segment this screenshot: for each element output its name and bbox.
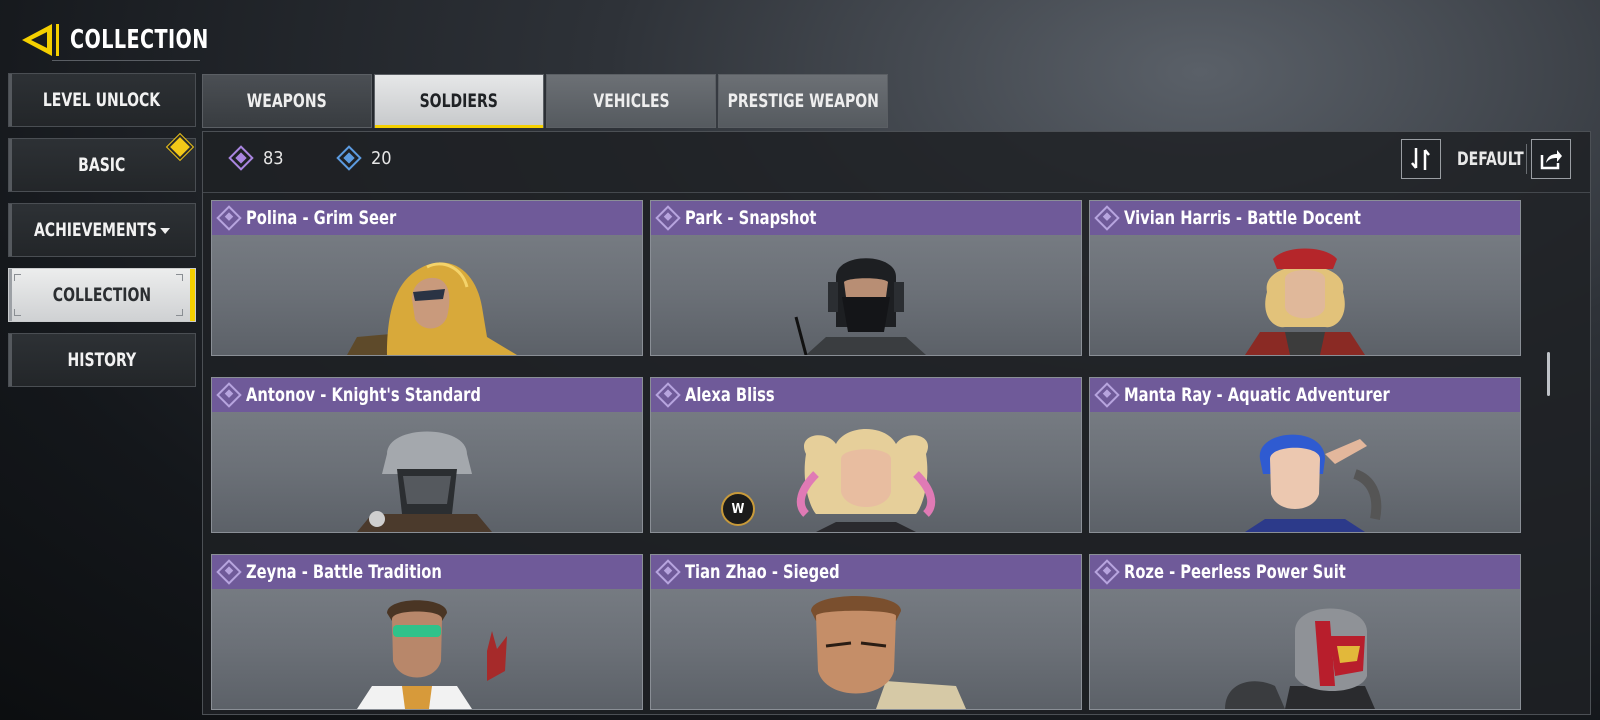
epic-diamond-icon — [1094, 382, 1120, 408]
epic-diamond-icon — [216, 382, 242, 408]
new-badge-diamond-icon — [167, 134, 193, 160]
header-underline — [52, 60, 200, 61]
corner-bracket-icon — [14, 309, 21, 316]
sidebar: LEVEL UNLOCK BASIC ACHIEVEMENTS COLLECTI… — [8, 73, 196, 398]
soldier-card[interactable]: Alexa Bliss W — [650, 377, 1082, 533]
soldier-portrait — [1225, 608, 1375, 709]
epic-diamond-icon — [1094, 559, 1120, 585]
currency-blue-count: 20 — [371, 147, 392, 169]
rare-diamond-icon — [336, 145, 362, 171]
page-title: COLLECTION — [70, 25, 209, 55]
card-title: Roze - Peerless Power Suit — [1124, 561, 1346, 583]
card-header: Tian Zhao - Sieged — [651, 555, 1081, 589]
back-arrow-icon — [22, 24, 59, 56]
soldier-portrait — [794, 258, 926, 355]
card-title: Polina - Grim Seer — [246, 207, 397, 229]
epic-diamond-icon — [228, 145, 254, 171]
soldier-card[interactable]: Antonov - Knight's Standard — [211, 377, 643, 533]
soldier-grid: Polina - Grim Seer Park - Snapshot Vivia… — [211, 200, 1529, 710]
soldier-card[interactable]: Zeyna - Battle Tradition — [211, 554, 643, 710]
card-title: Vivian Harris - Battle Docent — [1124, 207, 1361, 229]
sidebar-item-label: HISTORY — [67, 349, 137, 371]
card-header: Zeyna - Battle Tradition — [212, 555, 642, 589]
epic-diamond-icon — [655, 205, 681, 231]
epic-diamond-icon — [655, 559, 681, 585]
sidebar-item-label: ACHIEVEMENTS — [33, 219, 171, 241]
tab-prestige-weapon[interactable]: PRESTIGE WEAPON — [718, 74, 888, 128]
epic-diamond-icon — [1094, 205, 1120, 231]
content-panel: 83 20 DEFAULT Polina - Grim Seer Park - … — [202, 131, 1591, 715]
card-title: Antonov - Knight's Standard — [246, 384, 481, 406]
corner-bracket-icon — [176, 309, 183, 316]
soldier-portrait — [1245, 434, 1382, 532]
sidebar-item-label: BASIC — [78, 154, 126, 176]
soldier-card[interactable]: Vivian Harris - Battle Docent — [1089, 200, 1521, 356]
sidebar-item-label: COLLECTION — [52, 284, 152, 306]
tab-weapons[interactable]: WEAPONS — [202, 74, 372, 128]
soldier-card[interactable]: Polina - Grim Seer — [211, 200, 643, 356]
card-title: Tian Zhao - Sieged — [685, 561, 840, 583]
card-title: Alexa Bliss — [685, 384, 775, 406]
share-button[interactable] — [1531, 139, 1571, 179]
sidebar-item-history[interactable]: HISTORY — [8, 333, 196, 387]
scrollbar-thumb[interactable] — [1547, 352, 1550, 396]
soldier-card[interactable]: Roze - Peerless Power Suit — [1089, 554, 1521, 710]
sidebar-item-achievements[interactable]: ACHIEVEMENTS — [8, 203, 196, 257]
wwe-logo-text: W — [731, 501, 745, 517]
tab-vehicles[interactable]: VEHICLES — [546, 74, 716, 128]
tab-label: VEHICLES — [592, 90, 670, 112]
soldier-portrait — [796, 429, 936, 532]
toolbar-divider — [1526, 144, 1527, 174]
share-icon — [1540, 150, 1562, 170]
category-tabs: WEAPONS SOLDIERS VEHICLES PRESTIGE WEAPO… — [202, 74, 890, 128]
soldier-card[interactable]: Manta Ray - Aquatic Adventurer — [1089, 377, 1521, 533]
card-header: Polina - Grim Seer — [212, 201, 642, 235]
card-title: Zeyna - Battle Tradition — [246, 561, 442, 583]
card-title: Park - Snapshot — [685, 207, 817, 229]
corner-bracket-icon — [176, 274, 183, 281]
soldier-portrait — [1245, 248, 1365, 355]
sidebar-item-collection[interactable]: COLLECTION — [8, 268, 196, 322]
epic-diamond-icon — [216, 205, 242, 231]
panel-toolbar: 83 20 DEFAULT — [203, 132, 1590, 193]
sort-button[interactable] — [1401, 139, 1441, 179]
card-header: Antonov - Knight's Standard — [212, 378, 642, 412]
sort-mode-label[interactable]: DEFAULT — [1457, 148, 1524, 170]
tab-label: SOLDIERS — [419, 90, 499, 112]
tab-label: WEAPONS — [247, 90, 327, 112]
card-header: Park - Snapshot — [651, 201, 1081, 235]
soldier-portrait — [357, 431, 492, 532]
card-header: Vivian Harris - Battle Docent — [1090, 201, 1520, 235]
soldier-portrait — [357, 600, 507, 709]
currency-blue: 20 — [336, 145, 392, 171]
wwe-logo: W — [721, 492, 755, 526]
currency-purple: 83 — [228, 145, 284, 171]
soldier-card[interactable]: Tian Zhao - Sieged — [650, 554, 1082, 710]
card-header: Manta Ray - Aquatic Adventurer — [1090, 378, 1520, 412]
soldier-card[interactable]: Park - Snapshot — [650, 200, 1082, 356]
currency-purple-count: 83 — [263, 147, 284, 169]
back-button[interactable] — [18, 18, 62, 62]
sidebar-item-level-unlock[interactable]: LEVEL UNLOCK — [8, 73, 196, 127]
card-title: Manta Ray - Aquatic Adventurer — [1124, 384, 1390, 406]
header: COLLECTION — [18, 18, 239, 62]
sidebar-item-label-text: ACHIEVEMENTS — [33, 219, 157, 241]
epic-diamond-icon — [655, 382, 681, 408]
soldier-portrait — [347, 262, 517, 355]
card-header: Roze - Peerless Power Suit — [1090, 555, 1520, 589]
card-header: Alexa Bliss — [651, 378, 1081, 412]
tab-soldiers[interactable]: SOLDIERS — [374, 74, 544, 128]
sidebar-item-basic[interactable]: BASIC — [8, 134, 196, 192]
caret-down-icon — [160, 227, 171, 234]
sort-icon — [1411, 148, 1430, 170]
soldier-portrait — [811, 596, 966, 709]
epic-diamond-icon — [216, 559, 242, 585]
tab-label: PRESTIGE WEAPON — [727, 90, 879, 112]
corner-bracket-icon — [14, 274, 21, 281]
sidebar-item-label: LEVEL UNLOCK — [43, 89, 161, 111]
